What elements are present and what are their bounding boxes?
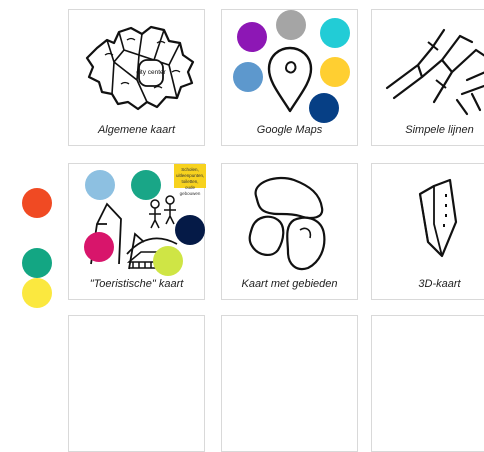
sky-dot [85,170,115,200]
card-toeristische-kaart[interactable]: Scholen, uitleenpunten, toiletten, oude … [68,163,206,300]
card-simpele-lijnen[interactable]: Simpele lijnen [371,9,484,146]
card-label: Google Maps [256,124,323,136]
card-empty[interactable] [68,315,205,452]
card-algemene-kaart[interactable]: city center Algemene kaart [68,9,205,146]
card-empty[interactable] [221,315,358,452]
card-label: Algemene kaart [97,124,176,136]
green-dot [22,248,52,278]
magenta-dot [84,232,114,262]
red-dot [22,188,52,218]
card-google-maps[interactable]: Google Maps [221,9,358,146]
lemon-dot [22,278,52,308]
darknavy-dot [175,215,205,245]
lime-dot [153,246,183,276]
card-3d-kaart[interactable]: 3D-kaart [371,163,484,300]
card-label: 3D-kaart [418,278,461,290]
city-center-text: city center [136,69,166,76]
teal-dot [131,170,161,200]
card-label: Kaart met gebieden [241,278,338,290]
card-label: "Toeristische" kaart [89,278,184,290]
card-kaart-met-gebieden[interactable]: Kaart met gebieden [221,163,358,300]
card-empty[interactable] [371,315,484,452]
card-label: Simpele lijnen [405,124,474,136]
sticky-note: Scholen, uitleenpunten, toiletten, oude … [174,164,206,196]
